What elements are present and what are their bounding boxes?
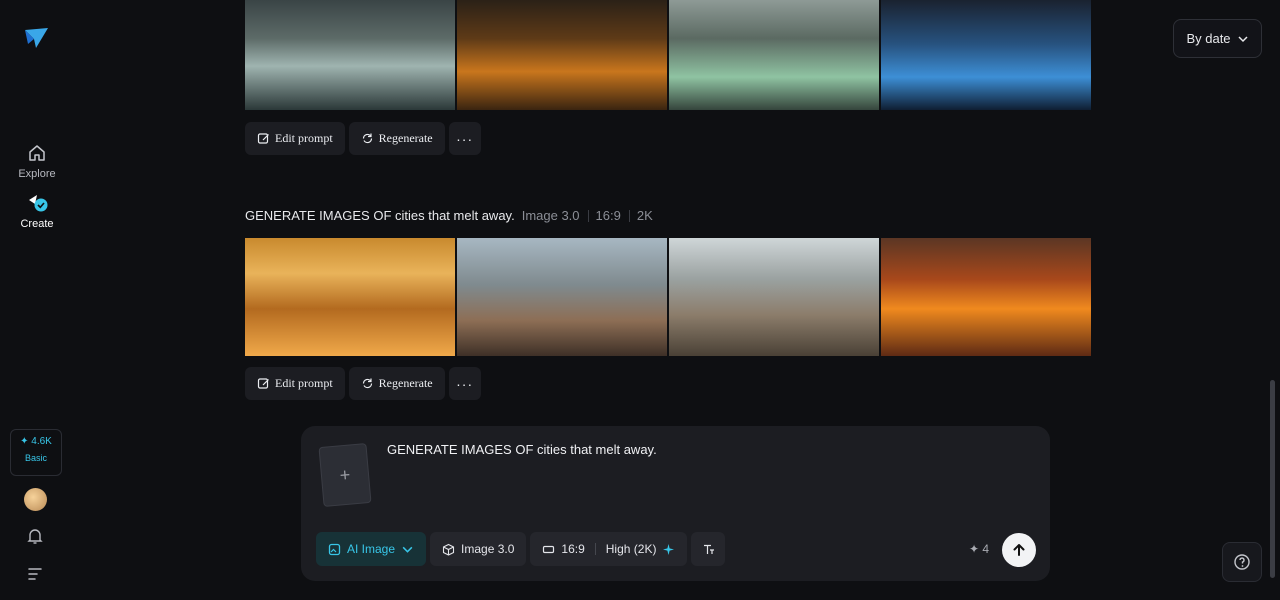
- regenerate-label: Regenerate: [378, 131, 433, 145]
- divider: [594, 543, 596, 555]
- generation-header: GENERATE IMAGES OF cities that melt away…: [245, 208, 653, 223]
- edit-prompt-button[interactable]: Edit prompt: [245, 367, 345, 400]
- generated-image[interactable]: [881, 238, 1091, 356]
- refresh-icon: [362, 133, 372, 144]
- generation-prompt[interactable]: GENERATE IMAGES OF cities that melt away…: [245, 208, 515, 223]
- refresh-icon: [362, 378, 372, 389]
- generated-image[interactable]: [669, 0, 879, 110]
- text-icon: [703, 544, 714, 554]
- edit-prompt-label: Edit prompt: [275, 376, 333, 390]
- prompt-input[interactable]: GENERATE IMAGES OF cities that melt away…: [387, 442, 657, 457]
- credit-cost: ✦ 4: [969, 542, 990, 556]
- arrow-up-icon: [1013, 544, 1025, 556]
- regenerate-button[interactable]: Regenerate: [348, 367, 445, 400]
- generated-image[interactable]: [881, 0, 1091, 110]
- prompt-composer: + GENERATE IMAGES OF cities that melt aw…: [301, 426, 1050, 581]
- ai-image-icon: [328, 543, 341, 555]
- image-actions: Edit prompt Regenerate ···: [245, 122, 481, 155]
- help-icon: [1234, 554, 1250, 570]
- ratio-quality-selector[interactable]: 16:9 High (2K): [530, 532, 688, 566]
- divider: [587, 209, 589, 222]
- credits-badge[interactable]: ✦ 4.6K Basic: [10, 429, 62, 476]
- edit-icon: [257, 378, 269, 389]
- generated-image[interactable]: [245, 0, 455, 110]
- sort-dropdown[interactable]: By date: [1173, 19, 1262, 58]
- upload-image-button[interactable]: +: [318, 443, 372, 507]
- generated-image[interactable]: [669, 238, 879, 356]
- mode-label: AI Image: [347, 542, 396, 556]
- more-icon: ···: [456, 130, 474, 147]
- mode-dropdown[interactable]: AI Image: [316, 532, 427, 566]
- image-actions: Edit prompt Regenerate ···: [245, 367, 481, 400]
- sidebar-item-label: Explore: [18, 168, 56, 180]
- sidebar: Explore Create ✦ 4.6K Basic: [0, 0, 74, 600]
- sidebar-item-create[interactable]: Create: [0, 192, 74, 230]
- bell-icon[interactable]: [25, 526, 45, 546]
- plan-label: Basic: [24, 453, 47, 463]
- generation-model: Image 3.0: [521, 208, 580, 223]
- logo-icon[interactable]: [22, 24, 50, 52]
- cube-icon: [442, 543, 455, 556]
- composer-toolbar: AI Image Image 3.0 16:9 High (2K): [316, 532, 726, 566]
- generate-button[interactable]: [1002, 533, 1036, 567]
- menu-icon[interactable]: [27, 566, 45, 582]
- ratio-label: 16:9: [561, 542, 585, 556]
- generation-resolution: 2K: [636, 208, 653, 223]
- credits-amount: ✦ 4.6K: [20, 436, 52, 447]
- sidebar-item-label: Create: [20, 218, 54, 230]
- regenerate-button[interactable]: Regenerate: [348, 122, 445, 155]
- sidebar-item-explore[interactable]: Explore: [0, 142, 74, 180]
- text-style-button[interactable]: [691, 532, 726, 566]
- generated-image[interactable]: [245, 238, 455, 356]
- quality-label: High (2K): [605, 542, 657, 556]
- sparkle-icon: [663, 543, 675, 555]
- more-icon: ···: [456, 375, 474, 392]
- more-options-button[interactable]: ···: [448, 122, 481, 155]
- chevron-down-icon: [1238, 35, 1248, 42]
- edit-prompt-label: Edit prompt: [275, 131, 333, 145]
- edit-icon: [257, 133, 269, 144]
- aspect-ratio-icon: [543, 545, 555, 553]
- generated-image[interactable]: [457, 238, 667, 356]
- chevron-down-icon: [402, 546, 413, 553]
- plus-icon: +: [338, 464, 352, 485]
- divider: [628, 209, 630, 222]
- generation-ratio: 16:9: [595, 208, 621, 223]
- sort-label: By date: [1186, 31, 1231, 46]
- scrollbar[interactable]: [1270, 380, 1275, 578]
- home-icon: [29, 145, 45, 161]
- image-grid: [245, 0, 1091, 110]
- edit-prompt-button[interactable]: Edit prompt: [245, 122, 345, 155]
- model-label: Image 3.0: [461, 542, 515, 556]
- help-button[interactable]: [1222, 542, 1262, 582]
- generated-image[interactable]: [457, 0, 667, 110]
- create-icon: [29, 195, 48, 212]
- image-grid: [245, 238, 1091, 356]
- model-selector[interactable]: Image 3.0: [430, 532, 527, 566]
- regenerate-label: Regenerate: [378, 376, 433, 390]
- more-options-button[interactable]: ···: [448, 367, 481, 400]
- avatar[interactable]: [24, 488, 47, 511]
